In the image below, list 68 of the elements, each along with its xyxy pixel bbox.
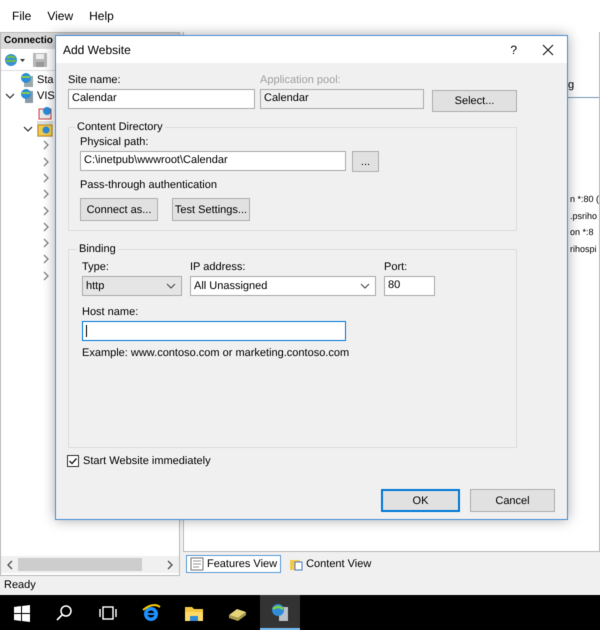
taskbar-button[interactable] xyxy=(260,595,300,630)
scrollbar[interactable] xyxy=(1,556,179,573)
chevron-right-icon[interactable] xyxy=(41,189,51,200)
input-field[interactable]: Calendar xyxy=(68,89,255,109)
content-text: on *:8 xyxy=(570,227,594,239)
scroll-thumb[interactable] xyxy=(18,558,142,571)
chevron-down-icon[interactable] xyxy=(5,91,15,102)
field-label: Site name: xyxy=(68,74,122,88)
menu-item[interactable]: View xyxy=(41,7,80,25)
content-view-icon xyxy=(289,557,304,571)
server-globe-icon xyxy=(270,602,290,622)
group-title: Binding xyxy=(78,243,117,255)
tree-item[interactable]: Sta xyxy=(37,74,54,86)
field-label: Port: xyxy=(384,261,408,275)
chevron-right-icon[interactable] xyxy=(41,270,51,281)
input-field[interactable]: 80 xyxy=(384,276,435,296)
chevron-right-icon[interactable] xyxy=(41,172,51,183)
dropdown[interactable]: All Unassigned xyxy=(190,276,376,296)
field-label: Physical path: xyxy=(80,136,150,150)
pools-icon[interactable] xyxy=(37,104,53,121)
features-view-icon xyxy=(190,557,204,571)
input-field[interactable]: C:\inetpub\wwwroot\Calendar xyxy=(80,151,346,171)
dropdown-caret-icon xyxy=(166,283,176,289)
dropdown-caret-icon xyxy=(360,283,370,289)
scroll-right-icon[interactable] xyxy=(166,560,174,570)
content-text: .psriho xyxy=(570,210,598,223)
group-title: Content Directory xyxy=(76,121,164,133)
server-icon[interactable] xyxy=(19,88,35,104)
search-icon xyxy=(54,602,74,622)
dropdown[interactable]: http xyxy=(82,276,182,296)
chevron-right-icon[interactable] xyxy=(41,222,51,232)
test-settings-button[interactable]: Test Settings... xyxy=(172,198,250,221)
browse-button[interactable]: ... xyxy=(352,151,379,172)
chevron-right-icon[interactable] xyxy=(41,156,51,167)
sites-icon[interactable] xyxy=(37,121,53,138)
cancel-button[interactable]: Cancel xyxy=(470,489,555,512)
auth-text: Pass-through authentication xyxy=(80,179,218,193)
browser-icon xyxy=(140,602,160,622)
content-text: rihospi xyxy=(570,244,598,256)
input-field[interactable] xyxy=(82,321,346,341)
example-text: Example: www.contoso.com or marketing.contoso.com xyxy=(82,347,350,359)
chevron-right-icon[interactable] xyxy=(41,254,51,264)
chevron-right-icon[interactable] xyxy=(41,140,51,150)
save-icon[interactable] xyxy=(32,52,48,68)
chevron-right-icon[interactable] xyxy=(41,238,51,248)
menu-item[interactable]: File xyxy=(6,7,38,25)
help-button[interactable]: ? xyxy=(510,42,517,56)
chevron-down-icon[interactable] xyxy=(23,124,33,134)
tree-item[interactable]: VIS xyxy=(37,90,55,102)
connect-as-button[interactable]: Connect as... xyxy=(80,198,158,221)
field-label: Host name: xyxy=(82,306,140,320)
chevron-right-icon[interactable] xyxy=(41,206,51,216)
start-icon[interactable] xyxy=(19,72,35,88)
field-label: Application pool: xyxy=(260,74,342,88)
globe-dropdown-icon[interactable] xyxy=(4,52,26,68)
close-icon[interactable] xyxy=(542,44,554,56)
content-text: n *:80 ( xyxy=(570,194,599,206)
select-button[interactable]: Select... xyxy=(432,90,517,112)
view-tab[interactable]: Features View xyxy=(186,555,282,573)
checkbox-label[interactable]: Start Website immediately xyxy=(83,455,211,467)
windows-icon xyxy=(12,602,32,622)
scroll-left-icon[interactable] xyxy=(6,560,14,570)
field-label: Type: xyxy=(82,261,110,275)
menu-item[interactable]: Help xyxy=(83,7,120,25)
view-tab[interactable]: Content View xyxy=(285,555,376,573)
field-label: IP address: xyxy=(190,261,246,275)
checkbox[interactable] xyxy=(67,455,79,467)
ok-button[interactable]: OK xyxy=(381,489,460,512)
